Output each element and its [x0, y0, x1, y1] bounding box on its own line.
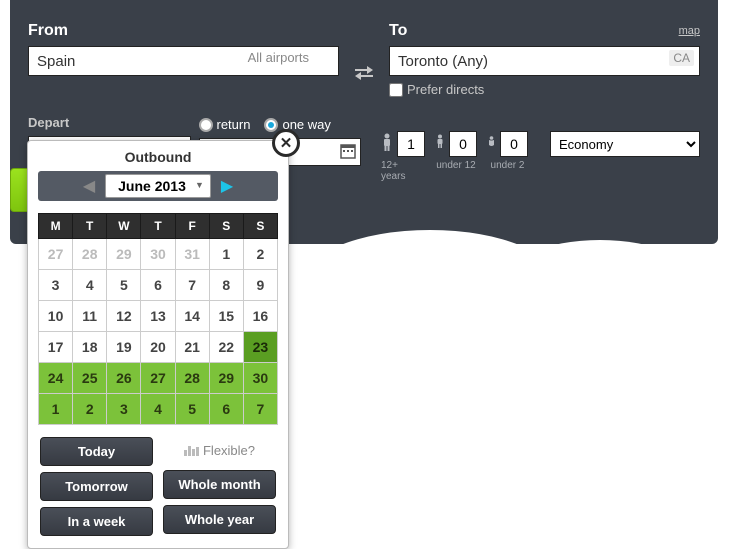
to-label: To: [389, 22, 700, 40]
children-label: under 12: [436, 160, 475, 171]
calendar-day[interactable]: 16: [243, 301, 277, 332]
prefer-directs-checkbox[interactable]: [389, 83, 403, 97]
adults-input[interactable]: [397, 131, 425, 157]
cabin-group: Economy: [550, 131, 700, 157]
cabin-select[interactable]: Economy: [550, 131, 700, 157]
calendar-day[interactable]: 6: [141, 270, 175, 301]
from-input[interactable]: [28, 46, 339, 76]
calendar-day[interactable]: 20: [141, 332, 175, 363]
calendar-dow: S: [209, 214, 243, 239]
child-icon: [435, 134, 445, 154]
calendar-month-select[interactable]: June 2013: [105, 174, 211, 198]
calendar-day[interactable]: 17: [39, 332, 73, 363]
calendar-day[interactable]: 6: [209, 394, 243, 425]
calendar-day[interactable]: 29: [107, 239, 141, 270]
calendar-day[interactable]: 31: [175, 239, 209, 270]
today-button[interactable]: Today: [40, 437, 153, 466]
trip-oneway-radio[interactable]: one way: [264, 117, 330, 132]
calendar-day[interactable]: 11: [73, 301, 107, 332]
in-a-week-button[interactable]: In a week: [40, 507, 153, 536]
adults-label: 12+ years: [381, 160, 425, 182]
calendar-day[interactable]: 5: [107, 270, 141, 301]
whole-year-button[interactable]: Whole year: [163, 505, 276, 534]
calendar-day[interactable]: 12: [107, 301, 141, 332]
calendar-close-button[interactable]: ✕: [272, 129, 300, 157]
calendar-day[interactable]: 18: [73, 332, 107, 363]
calendar-day[interactable]: 1: [209, 239, 243, 270]
calendar-day[interactable]: 19: [107, 332, 141, 363]
calendar-day[interactable]: 25: [73, 363, 107, 394]
passengers-group: 12+ years under 12 under 2: [381, 131, 528, 182]
bars-icon: [184, 446, 199, 456]
calendar-day[interactable]: 21: [175, 332, 209, 363]
calendar-dow: M: [39, 214, 73, 239]
calendar-day[interactable]: 9: [243, 270, 277, 301]
calendar-day[interactable]: 15: [209, 301, 243, 332]
calendar-day[interactable]: 1: [39, 394, 73, 425]
calendar-dow: W: [107, 214, 141, 239]
calendar-day[interactable]: 30: [243, 363, 277, 394]
calendar-day[interactable]: 2: [243, 239, 277, 270]
calendar-day[interactable]: 23: [243, 332, 277, 363]
tomorrow-button[interactable]: Tomorrow: [40, 472, 153, 501]
prefer-directs-label: Prefer directs: [407, 82, 484, 97]
calendar-day[interactable]: 4: [141, 394, 175, 425]
calendar-day[interactable]: 27: [39, 239, 73, 270]
infants-input[interactable]: [500, 131, 528, 157]
calendar-day[interactable]: 10: [39, 301, 73, 332]
calendar-dow: T: [73, 214, 107, 239]
infant-icon: [487, 135, 496, 153]
calendar-day[interactable]: 8: [209, 270, 243, 301]
from-field-group: From All airports: [28, 22, 339, 97]
calendar-day[interactable]: 7: [175, 270, 209, 301]
infants-label: under 2: [491, 160, 525, 171]
depart-label: Depart: [28, 115, 191, 130]
calendar-day[interactable]: 30: [141, 239, 175, 270]
calendar-prev-button[interactable]: ◀: [79, 176, 99, 196]
whole-month-button[interactable]: Whole month: [163, 470, 276, 499]
calendar-day[interactable]: 28: [73, 239, 107, 270]
from-label: From: [28, 22, 339, 40]
calendar-day[interactable]: 4: [73, 270, 107, 301]
calendar-day[interactable]: 22: [209, 332, 243, 363]
calendar-next-button[interactable]: ▶: [217, 176, 237, 196]
children-input[interactable]: [449, 131, 477, 157]
calendar-day[interactable]: 3: [39, 270, 73, 301]
flexible-label: Flexible?: [163, 437, 276, 464]
map-link[interactable]: map: [679, 25, 700, 37]
calendar-day[interactable]: 27: [141, 363, 175, 394]
calendar-dow: F: [175, 214, 209, 239]
calendar-grid: MTWTFSS 27282930311234567891011121314151…: [38, 213, 278, 425]
swap-button[interactable]: [355, 22, 373, 97]
to-input[interactable]: [389, 46, 700, 76]
calendar-day[interactable]: 3: [107, 394, 141, 425]
calendar-day[interactable]: 14: [175, 301, 209, 332]
calendar-day[interactable]: 7: [243, 394, 277, 425]
calendar-day[interactable]: 26: [107, 363, 141, 394]
calendar-day[interactable]: 28: [175, 363, 209, 394]
trip-return-radio[interactable]: return: [199, 117, 251, 132]
calendar-day[interactable]: 13: [141, 301, 175, 332]
calendar-popup: ✕ Outbound ◀ June 2013 ▶ MTWTFSS 2728293…: [27, 140, 289, 549]
calendar-nav: ◀ June 2013 ▶: [38, 171, 278, 201]
calendar-dow: T: [141, 214, 175, 239]
calendar-day[interactable]: 5: [175, 394, 209, 425]
calendar-day[interactable]: 29: [209, 363, 243, 394]
calendar-dow: S: [243, 214, 277, 239]
to-field-group: To map CA Prefer directs: [389, 22, 700, 97]
prefer-directs[interactable]: Prefer directs: [389, 82, 700, 97]
calendar-day[interactable]: 24: [39, 363, 73, 394]
calendar-title: Outbound: [28, 141, 288, 171]
adult-icon: [381, 133, 393, 156]
calendar-day[interactable]: 2: [73, 394, 107, 425]
